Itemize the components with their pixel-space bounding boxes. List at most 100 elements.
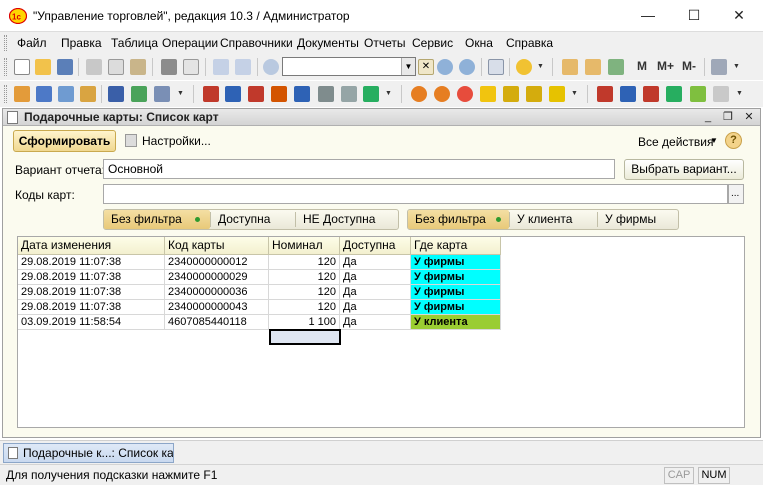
chevron-down-icon[interactable]: ▼ — [733, 63, 740, 70]
print-preview-icon[interactable] — [183, 59, 199, 75]
table-cell-nominal[interactable]: 120 — [269, 300, 340, 315]
table-cell-nominal[interactable]: 120 — [269, 285, 340, 300]
table-cell-card-code[interactable]: 2340000000029 — [165, 270, 269, 285]
location-filter-at-firm[interactable]: У фирмы — [598, 210, 678, 229]
menu-catalogs[interactable]: Справочники — [220, 36, 293, 50]
price-setting-icon[interactable] — [690, 86, 706, 102]
settlements-icon[interactable] — [549, 86, 565, 102]
act-icon[interactable] — [318, 86, 334, 102]
payment-in-icon[interactable] — [503, 86, 519, 102]
variant-field[interactable]: Основной — [103, 159, 615, 179]
cash-receipt-icon[interactable] — [434, 86, 450, 102]
calendar-icon[interactable] — [585, 59, 601, 75]
column-header-available[interactable]: Доступна — [340, 237, 411, 255]
table-cell-location[interactable]: У фирмы — [411, 300, 501, 315]
table-icon[interactable] — [608, 59, 624, 75]
memory-subtract-button[interactable]: M- — [682, 59, 696, 73]
transfer-icon[interactable] — [597, 86, 613, 102]
table-cell-card-code[interactable]: 2340000000036 — [165, 285, 269, 300]
table-cell-location[interactable]: У клиента — [411, 315, 501, 330]
write-off-icon[interactable] — [620, 86, 636, 102]
generate-button[interactable]: Сформировать — [13, 130, 116, 152]
pricelist-icon[interactable] — [713, 86, 729, 102]
menu-operations[interactable]: Операции — [162, 36, 218, 50]
settings-button[interactable]: Настройки... — [142, 134, 211, 148]
cash-order-icon[interactable] — [411, 86, 427, 102]
location-filter-at-client[interactable]: У клиента — [510, 210, 597, 229]
redo-icon[interactable] — [235, 59, 251, 75]
table-cell-available[interactable]: Да — [340, 285, 411, 300]
help-icon[interactable]: ? — [725, 132, 742, 149]
table-cell-date[interactable]: 29.08.2019 11:07:38 — [18, 255, 165, 270]
table-cell-location[interactable]: У фирмы — [411, 255, 501, 270]
assembly-icon[interactable] — [666, 86, 682, 102]
menu-documents[interactable]: Документы — [297, 36, 359, 50]
column-header-card-code[interactable]: Код карты — [165, 237, 269, 255]
chevron-down-icon[interactable]: ▼ — [385, 90, 392, 97]
toolbar-grip[interactable] — [4, 85, 7, 103]
cut-icon[interactable] — [86, 59, 102, 75]
toolbar-grip[interactable] — [4, 58, 7, 76]
close-document-button[interactable]: ✕ — [740, 109, 758, 125]
minimize-document-button[interactable]: _ — [699, 109, 717, 125]
table-cell-date[interactable]: 03.09.2019 11:58:54 — [18, 315, 165, 330]
sale-icon[interactable] — [248, 86, 264, 102]
table-cell-nominal[interactable]: 120 — [269, 270, 340, 285]
undo-icon[interactable] — [213, 59, 229, 75]
menu-help[interactable]: Справка — [506, 36, 553, 50]
availability-filter-all[interactable]: Без фильтра — [104, 210, 210, 229]
memory-add-button[interactable]: M+ — [657, 59, 674, 73]
table-cell-location[interactable]: У фирмы — [411, 270, 501, 285]
archive-icon[interactable] — [80, 86, 96, 102]
menu-windows[interactable]: Окна — [465, 36, 493, 50]
documents-journal-icon[interactable] — [36, 86, 52, 102]
chevron-down-icon[interactable]: ▼ — [401, 58, 415, 75]
clear-search-icon[interactable]: ✕ — [418, 59, 434, 75]
calculator-icon[interactable] — [562, 59, 578, 75]
menu-grip[interactable] — [4, 35, 7, 51]
checklist-icon[interactable] — [363, 86, 379, 102]
table-cell-available[interactable]: Да — [340, 300, 411, 315]
table-cell-date[interactable]: 29.08.2019 11:07:38 — [18, 285, 165, 300]
users-icon[interactable] — [108, 86, 124, 102]
menu-table[interactable]: Таблица — [111, 36, 158, 50]
restore-document-button[interactable]: ❐ — [719, 109, 737, 125]
inventory-icon[interactable] — [341, 86, 357, 102]
order-icon[interactable] — [203, 86, 219, 102]
all-actions-menu[interactable]: Все действия — [638, 135, 713, 149]
posting-icon[interactable] — [643, 86, 659, 102]
column-header-location[interactable]: Где карта — [411, 237, 501, 255]
availability-filter-unavailable[interactable]: НЕ Доступна — [296, 210, 398, 229]
find-previous-icon[interactable] — [459, 59, 475, 75]
paste-icon[interactable] — [130, 59, 146, 75]
card-codes-field[interactable] — [103, 184, 728, 204]
memory-button[interactable]: M — [637, 59, 647, 73]
bank-icon[interactable] — [480, 86, 496, 102]
choose-variant-button[interactable]: Выбрать вариант... — [624, 159, 744, 180]
open-folder-icon[interactable] — [35, 59, 51, 75]
table-cell-date[interactable]: 29.08.2019 11:07:38 — [18, 270, 165, 285]
receipt-icon[interactable] — [225, 86, 241, 102]
location-filter-all[interactable]: Без фильтра — [408, 210, 509, 229]
chevron-down-icon[interactable]: ▼ — [537, 63, 544, 70]
menu-file[interactable]: Файл — [17, 36, 47, 50]
search-icon[interactable] — [263, 59, 279, 75]
chevron-down-icon[interactable]: ▼ — [736, 90, 743, 97]
column-header-nominal[interactable]: Номинал — [269, 237, 340, 255]
chevron-down-icon[interactable]: ▼ — [571, 90, 578, 97]
chevron-down-icon[interactable]: ▼ — [710, 136, 718, 145]
chevron-down-icon[interactable]: ▼ — [177, 90, 184, 97]
return-icon[interactable] — [271, 86, 287, 102]
selected-cell-cursor[interactable] — [269, 329, 341, 345]
close-button[interactable]: ✕ — [716, 0, 762, 31]
table-cell-nominal[interactable]: 120 — [269, 255, 340, 270]
maximize-button[interactable]: ☐ — [671, 0, 717, 31]
menu-service[interactable]: Сервис — [412, 36, 453, 50]
table-cell-available[interactable]: Да — [340, 255, 411, 270]
info-icon[interactable] — [516, 59, 532, 75]
table-cell-nominal[interactable]: 1 100 — [269, 315, 340, 330]
table-cell-available[interactable]: Да — [340, 270, 411, 285]
windows-icon[interactable] — [488, 59, 504, 75]
payment-out-icon[interactable] — [526, 86, 542, 102]
nomenclature-icon[interactable] — [154, 86, 170, 102]
